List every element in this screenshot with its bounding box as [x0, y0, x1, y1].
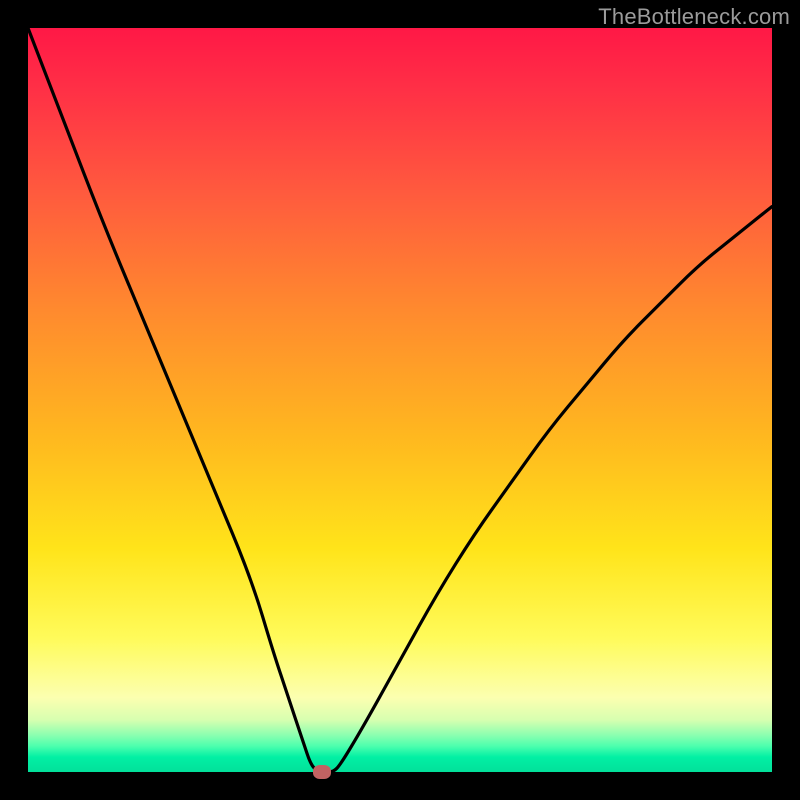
- chart-frame: TheBottleneck.com: [0, 0, 800, 800]
- curve-svg: [28, 28, 772, 772]
- watermark-text: TheBottleneck.com: [598, 4, 790, 30]
- bottleneck-curve-path: [28, 28, 772, 772]
- plot-area: [28, 28, 772, 772]
- min-point-marker: [313, 765, 331, 779]
